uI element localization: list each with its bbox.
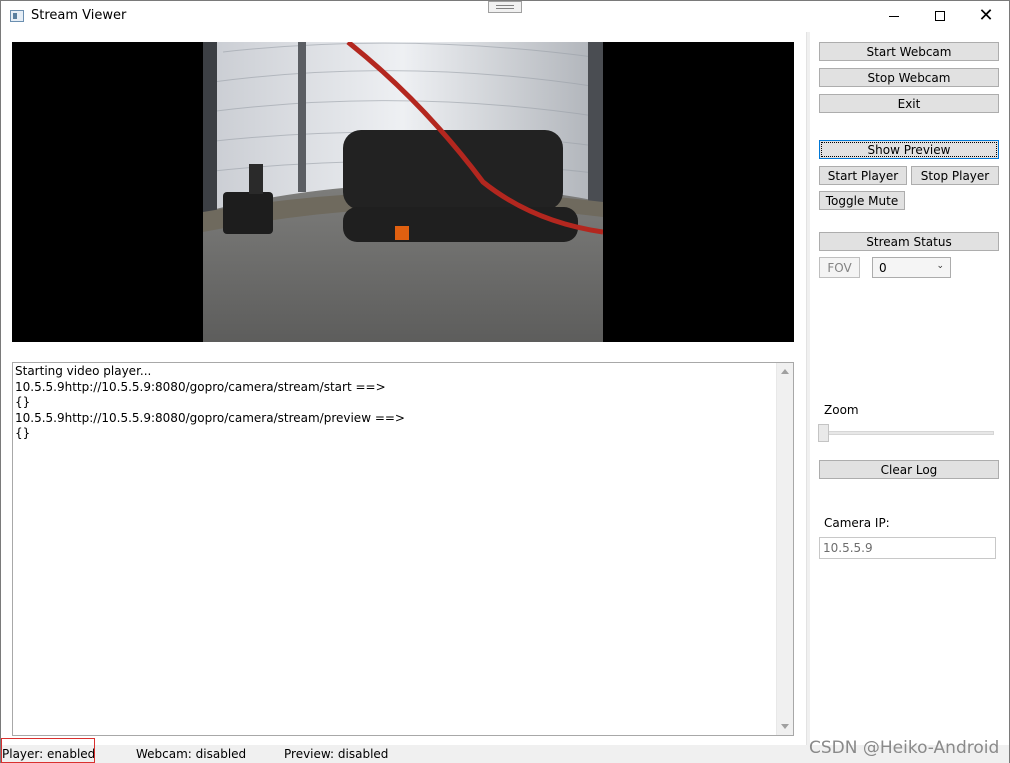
log-line: {} — [15, 426, 31, 440]
stop-player-label: Stop Player — [920, 168, 990, 183]
camera-ip-input[interactable]: 10.5.5.9 — [819, 537, 996, 559]
camera-ip-label: Camera IP: — [824, 516, 890, 530]
maximize-button[interactable] — [917, 1, 963, 31]
scroll-up-icon[interactable] — [781, 369, 789, 374]
minimize-button[interactable] — [871, 1, 917, 31]
title-bar[interactable]: Stream Viewer ✕ — [1, 1, 1009, 31]
exit-button[interactable]: Exit — [819, 94, 999, 113]
camera-feed-image — [203, 42, 603, 342]
zoom-slider-track[interactable] — [824, 431, 994, 435]
log-line: Starting video player... — [15, 364, 152, 378]
window-title: Stream Viewer — [31, 8, 127, 23]
clear-log-label: Clear Log — [880, 462, 938, 477]
fov-select[interactable]: 0 ⌄ — [872, 257, 951, 278]
stop-player-button[interactable]: Stop Player — [911, 166, 999, 185]
fov-select-value: 0 — [879, 261, 887, 275]
highlight-box — [1, 738, 95, 763]
zoom-slider-thumb[interactable] — [818, 424, 829, 442]
toggle-mute-label: Toggle Mute — [825, 193, 899, 208]
main-window: Stream Viewer ✕ Starting video player...… — [0, 0, 1010, 763]
start-player-button[interactable]: Start Player — [819, 166, 907, 185]
fov-label: FOV — [827, 260, 852, 275]
drag-grip-icon[interactable] — [488, 1, 522, 13]
camera-ip-value: 10.5.5.9 — [823, 541, 873, 555]
chevron-down-icon: ⌄ — [936, 261, 944, 271]
stop-webcam-label: Stop Webcam — [867, 70, 951, 85]
close-icon: ✕ — [978, 5, 994, 26]
log-scrollbar[interactable] — [776, 363, 793, 735]
fov-button[interactable]: FOV — [819, 257, 860, 278]
app-icon — [10, 10, 24, 22]
watermark: CSDN @Heiko-Android — [809, 738, 1000, 758]
video-player[interactable] — [12, 42, 794, 342]
start-player-label: Start Player — [827, 168, 899, 183]
close-button[interactable]: ✕ — [963, 1, 1009, 31]
zoom-label: Zoom — [824, 403, 859, 417]
show-preview-button[interactable]: Show Preview — [819, 140, 999, 159]
show-preview-label: Show Preview — [867, 142, 951, 157]
exit-label: Exit — [897, 96, 921, 111]
stream-status-label: Stream Status — [866, 234, 952, 249]
preview-status: Preview: disabled — [284, 747, 389, 761]
stop-webcam-button[interactable]: Stop Webcam — [819, 68, 999, 87]
webcam-status: Webcam: disabled — [136, 747, 247, 761]
log-textbox[interactable]: Starting video player... 10.5.5.9http://1… — [12, 362, 794, 736]
minimize-icon — [889, 15, 899, 17]
log-line: {} — [15, 395, 31, 409]
panel-divider — [806, 32, 810, 745]
maximize-icon — [935, 11, 945, 21]
toggle-mute-button[interactable]: Toggle Mute — [819, 191, 905, 210]
log-line: 10.5.5.9http://10.5.5.9:8080/gopro/camer… — [15, 379, 386, 394]
start-webcam-button[interactable]: Start Webcam — [819, 42, 999, 61]
stream-status-button[interactable]: Stream Status — [819, 232, 999, 251]
scroll-down-icon[interactable] — [781, 724, 789, 729]
video-frame — [203, 42, 603, 342]
log-line: 10.5.5.9http://10.5.5.9:8080/gopro/camer… — [15, 410, 405, 425]
clear-log-button[interactable]: Clear Log — [819, 460, 999, 479]
log-text: Starting video player... 10.5.5.9http://1… — [15, 364, 775, 442]
start-webcam-label: Start Webcam — [866, 44, 952, 59]
